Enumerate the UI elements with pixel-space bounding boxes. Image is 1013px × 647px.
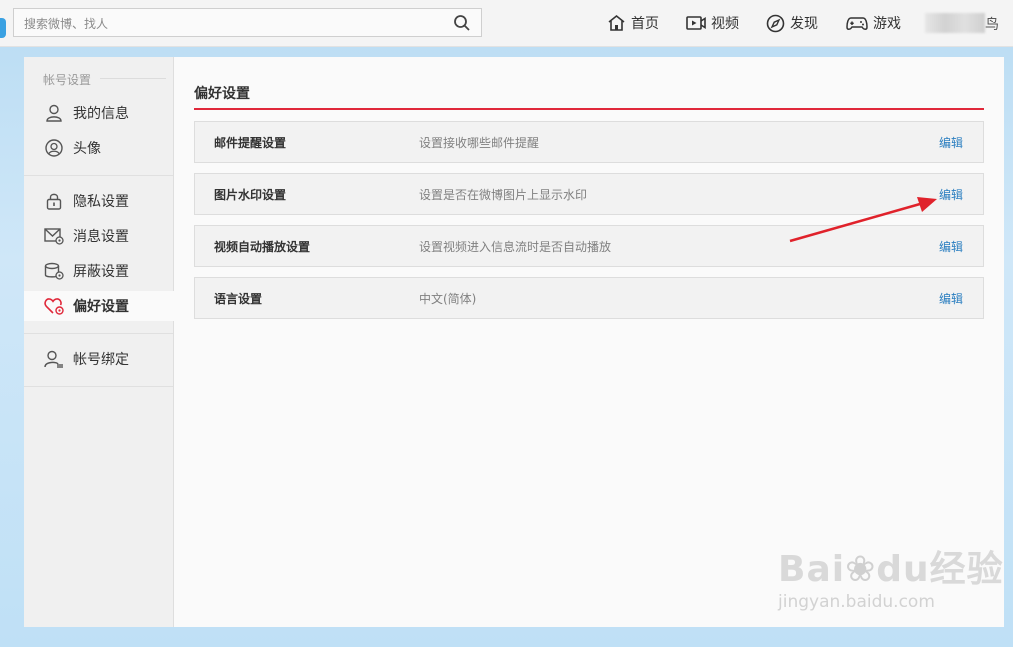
sidebar-item-label: 头像: [73, 141, 101, 157]
nav-discover-label: 发现: [790, 16, 818, 32]
user-name-tail[interactable]: 鸟: [985, 14, 999, 34]
sidebar-item-avatar[interactable]: 头像: [24, 133, 173, 163]
edit-link[interactable]: 编辑: [939, 134, 963, 151]
row-name: 视频自动播放设置: [214, 240, 311, 254]
avatar-icon: [44, 138, 64, 158]
settings-sidebar: 帐号设置 我的信息 头像 隐私设置 消息设置 屏蔽设置 偏好设置 帐号绑定: [24, 57, 174, 627]
sidebar-item-label: 消息设置: [73, 229, 129, 245]
message-settings-icon: [44, 226, 64, 246]
user-name-blurred[interactable]: [925, 13, 985, 33]
top-bar: 搜索微博、找人 首页 视频 发现 游戏 鸟: [0, 0, 1013, 47]
settings-row-video-autoplay: 视频自动播放设置 设置视频进入信息流时是否自动播放 编辑: [194, 225, 984, 267]
settings-row-image-watermark: 图片水印设置 设置是否在微博图片上显示水印 编辑: [194, 173, 984, 215]
edit-link[interactable]: 编辑: [939, 186, 963, 203]
nav-home-label: 首页: [631, 16, 659, 32]
weibo-logo-icon[interactable]: [0, 18, 6, 38]
sidebar-item-preferences[interactable]: 偏好设置: [24, 291, 174, 321]
section-divider: [100, 78, 166, 79]
settings-row-language: 语言设置 中文(简体) 编辑: [194, 277, 984, 319]
sidebar-item-my-info[interactable]: 我的信息: [24, 98, 173, 128]
row-description: 设置视频进入信息流时是否自动播放: [419, 240, 612, 254]
user-icon: [44, 103, 64, 123]
compass-icon: [766, 14, 785, 32]
page-title: 偏好设置: [194, 86, 250, 102]
search-icon[interactable]: [453, 14, 471, 32]
sidebar-section-title: 帐号设置: [43, 73, 92, 87]
sidebar-divider: [24, 386, 173, 387]
gamepad-icon: [846, 16, 868, 30]
nav-discover[interactable]: 发现: [766, 12, 818, 34]
watermark-logo: Bai❀du经验: [778, 549, 1004, 590]
sidebar-item-label: 我的信息: [73, 106, 129, 122]
row-name: 语言设置: [214, 292, 263, 306]
sidebar-item-message[interactable]: 消息设置: [24, 221, 173, 251]
account-bind-icon: [44, 349, 64, 369]
sidebar-item-block[interactable]: 屏蔽设置: [24, 256, 173, 286]
row-description: 中文(简体): [419, 292, 477, 306]
row-name: 邮件提醒设置: [214, 136, 287, 150]
nav-game-label: 游戏: [873, 16, 901, 32]
nav-video[interactable]: 视频: [686, 12, 739, 34]
row-description: 设置是否在微博图片上显示水印: [419, 188, 588, 202]
sidebar-divider: [24, 175, 173, 176]
block-settings-icon: [44, 261, 64, 281]
baidu-jingyan-watermark: Bai❀du经验 jingyan.baidu.com: [778, 540, 1004, 612]
video-icon: [686, 16, 706, 30]
edit-link[interactable]: 编辑: [939, 290, 963, 307]
search-input[interactable]: 搜索微博、找人: [24, 15, 108, 32]
search-box[interactable]: 搜索微博、找人: [13, 8, 482, 37]
sidebar-item-privacy[interactable]: 隐私设置: [24, 186, 173, 216]
sidebar-divider: [24, 333, 173, 334]
home-icon: [608, 14, 625, 31]
watermark-url: jingyan.baidu.com: [778, 592, 935, 612]
nav-home[interactable]: 首页: [607, 12, 659, 34]
sidebar-item-label: 屏蔽设置: [73, 264, 129, 280]
row-description: 设置接收哪些邮件提醒: [419, 136, 540, 150]
sidebar-item-label: 隐私设置: [73, 194, 129, 210]
row-name: 图片水印设置: [214, 188, 287, 202]
settings-row-email-reminder: 邮件提醒设置 设置接收哪些邮件提醒 编辑: [194, 121, 984, 163]
title-underline: [194, 108, 984, 110]
nav-video-label: 视频: [711, 16, 739, 32]
lock-icon: [44, 191, 64, 211]
heart-settings-icon: [44, 296, 64, 316]
sidebar-item-label: 帐号绑定: [73, 352, 129, 368]
nav-game[interactable]: 游戏: [846, 12, 901, 34]
sidebar-item-account-bind[interactable]: 帐号绑定: [24, 344, 173, 374]
edit-link[interactable]: 编辑: [939, 238, 963, 255]
sidebar-item-label: 偏好设置: [73, 299, 129, 315]
